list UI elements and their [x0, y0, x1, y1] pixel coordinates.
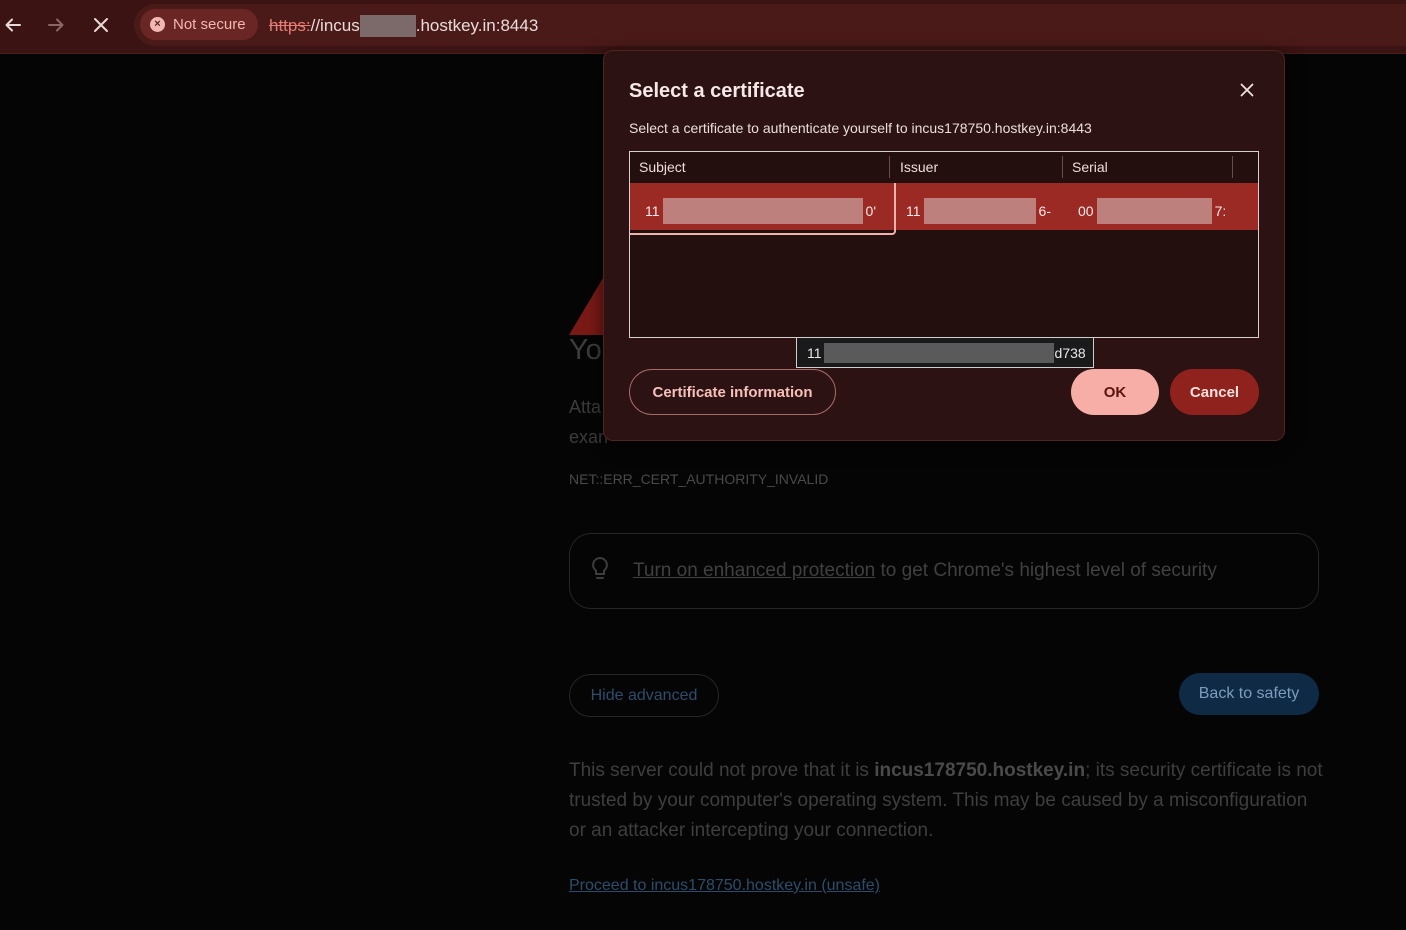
- dialog-close-button[interactable]: [1235, 78, 1259, 102]
- warning-triangle-icon: [569, 278, 603, 335]
- hide-advanced-button[interactable]: Hide advanced: [569, 674, 719, 717]
- redacted-block: [359, 15, 416, 37]
- issuer-end: 6-: [1038, 203, 1051, 219]
- column-issuer[interactable]: Issuer: [900, 159, 938, 175]
- ok-button[interactable]: OK: [1071, 369, 1159, 415]
- enhanced-protection-link[interactable]: Turn on enhanced protection: [633, 560, 875, 581]
- enhanced-protection-suffix: to get Chrome's highest level of securit…: [875, 560, 1217, 581]
- dialog-subtitle: Select a certificate to authenticate you…: [629, 120, 1092, 136]
- forward-button[interactable]: [39, 8, 73, 42]
- cell-serial: 00 7:: [1078, 198, 1226, 224]
- arrow-left-icon: [5, 18, 21, 32]
- cancel-button[interactable]: Cancel: [1170, 369, 1259, 415]
- back-button[interactable]: [0, 8, 30, 42]
- url-text[interactable]: https: //incus .hostkey.in:8443: [269, 15, 538, 37]
- enhanced-protection-box: Turn on enhanced protection to get Chrom…: [569, 533, 1319, 609]
- back-to-safety-button[interactable]: Back to safety: [1179, 673, 1319, 715]
- redacted-block: [1096, 198, 1212, 224]
- redacted-block: [823, 342, 1054, 363]
- security-chip[interactable]: × Not secure: [140, 9, 258, 40]
- column-subject[interactable]: Subject: [639, 159, 686, 175]
- serial-end: 7:: [1214, 203, 1227, 219]
- subject-start: 11: [645, 203, 660, 219]
- subject-tooltip: 11 d738: [796, 337, 1094, 368]
- error-circle-icon: ×: [150, 17, 165, 32]
- proceed-unsafe-link[interactable]: Proceed to incus178750.hostkey.in (unsaf…: [569, 877, 880, 895]
- close-icon: [94, 18, 108, 32]
- address-bar[interactable]: × Not secure https: //incus .hostkey.in:…: [134, 4, 1406, 46]
- stop-loading-button[interactable]: [84, 8, 118, 42]
- browser-toolbar: × Not secure https: //incus .hostkey.in:…: [0, 0, 1406, 54]
- url-host-prefix: //incus: [310, 16, 360, 35]
- subject-end: 0': [865, 203, 877, 219]
- table-header: Subject Issuer Serial: [630, 152, 1258, 182]
- certificate-table: Subject Issuer Serial 11 0' 11 6- 00 7:: [629, 151, 1259, 338]
- page-heading: Yo: [569, 334, 602, 366]
- enhanced-protection-text: Turn on enhanced protection to get Chrom…: [633, 560, 1217, 582]
- dialog-title: Select a certificate: [629, 80, 805, 102]
- url-scheme: https:: [269, 16, 311, 35]
- redacted-block: [662, 198, 863, 224]
- column-divider[interactable]: [1232, 156, 1233, 178]
- column-divider[interactable]: [889, 156, 890, 178]
- explain-host: incus178750.hostkey.in: [874, 760, 1086, 781]
- arrow-right-icon: [48, 18, 64, 32]
- advanced-explanation: This server could not prove that it is i…: [569, 756, 1329, 846]
- lightbulb-icon: [592, 556, 608, 579]
- tooltip-start: 11: [807, 344, 822, 361]
- tooltip-end: d738: [1054, 344, 1086, 361]
- certificate-information-button[interactable]: Certificate information: [629, 369, 836, 415]
- explain-pre: This server could not prove that it is: [569, 760, 875, 781]
- close-icon: [1240, 83, 1254, 97]
- table-row[interactable]: 11 0' 11 6- 00 7:: [630, 183, 1258, 235]
- serial-start: 00: [1078, 203, 1094, 219]
- url-host-suffix: .hostkey.in:8443: [415, 16, 539, 35]
- column-serial[interactable]: Serial: [1072, 159, 1108, 175]
- error-code: NET::ERR_CERT_AUTHORITY_INVALID: [569, 471, 829, 487]
- issuer-start: 11: [906, 203, 921, 219]
- select-certificate-dialog: Select a certificate Select a certificat…: [603, 50, 1285, 441]
- cell-issuer: 11 6-: [906, 198, 1051, 224]
- column-divider[interactable]: [1062, 156, 1063, 178]
- redacted-block: [923, 198, 1036, 224]
- cell-subject: 11 0': [645, 198, 876, 224]
- security-chip-label: Not secure: [173, 16, 246, 33]
